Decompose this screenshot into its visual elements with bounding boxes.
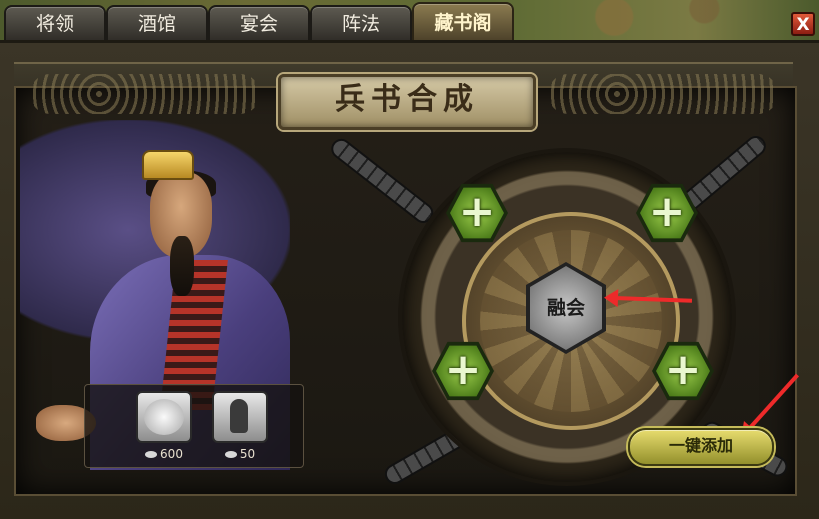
scroll-icon — [136, 391, 192, 443]
silver-icon — [145, 451, 158, 458]
title-plate: 兵书合成 — [278, 74, 536, 130]
cost-value: 600 — [160, 447, 183, 461]
cost-item-silhouette: 50 — [211, 391, 269, 463]
dragon-ornament-left — [30, 74, 260, 114]
cost-value: 50 — [239, 447, 256, 461]
dragon-ornament-right — [548, 74, 778, 114]
close-button[interactable]: X — [791, 12, 815, 36]
page-title: 兵书合成 — [335, 82, 479, 117]
tab-banquet[interactable]: 宴会 — [208, 5, 310, 41]
cost-panel: 600 50 — [84, 384, 304, 468]
tab-generals[interactable]: 将领 — [4, 5, 106, 41]
cost-item-scroll: 600 — [135, 391, 193, 463]
general-beard — [170, 236, 194, 296]
tab-bar: 将领 酒馆 宴会 阵法 藏书阁 — [0, 2, 520, 42]
tab-tavern[interactable]: 酒馆 — [106, 5, 208, 41]
tab-library[interactable]: 藏书阁 — [412, 2, 514, 42]
quick-add-button[interactable]: 一键添加 — [628, 428, 774, 466]
tab-formation[interactable]: 阵法 — [310, 5, 412, 41]
silver-icon — [224, 451, 237, 458]
general-crown — [142, 150, 194, 180]
silhouette-icon — [212, 391, 268, 443]
